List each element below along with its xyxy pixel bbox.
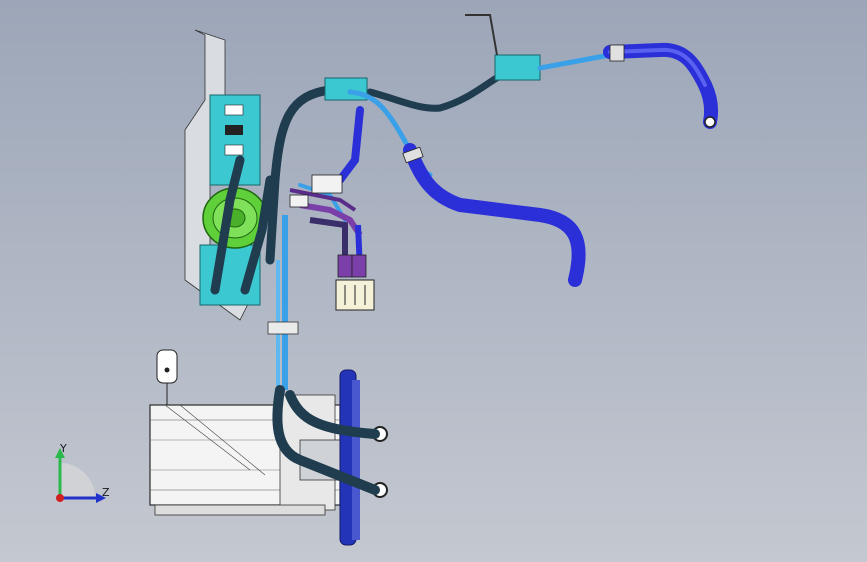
module-flange <box>339 369 360 546</box>
fuel-pump-module <box>149 394 341 516</box>
cad-viewport[interactable] <box>0 0 867 562</box>
connector-housings <box>335 254 375 311</box>
upper-connector <box>324 14 541 101</box>
y-axis-label: Y <box>60 442 67 455</box>
z-axis-label: Z <box>102 486 110 499</box>
level-sensor-float <box>156 349 178 405</box>
model-drawing <box>149 14 719 546</box>
filler-hoses <box>403 42 719 287</box>
orientation-triad <box>40 438 120 518</box>
x-axis-dot <box>56 494 64 502</box>
triad-quarter-disc <box>60 463 95 498</box>
